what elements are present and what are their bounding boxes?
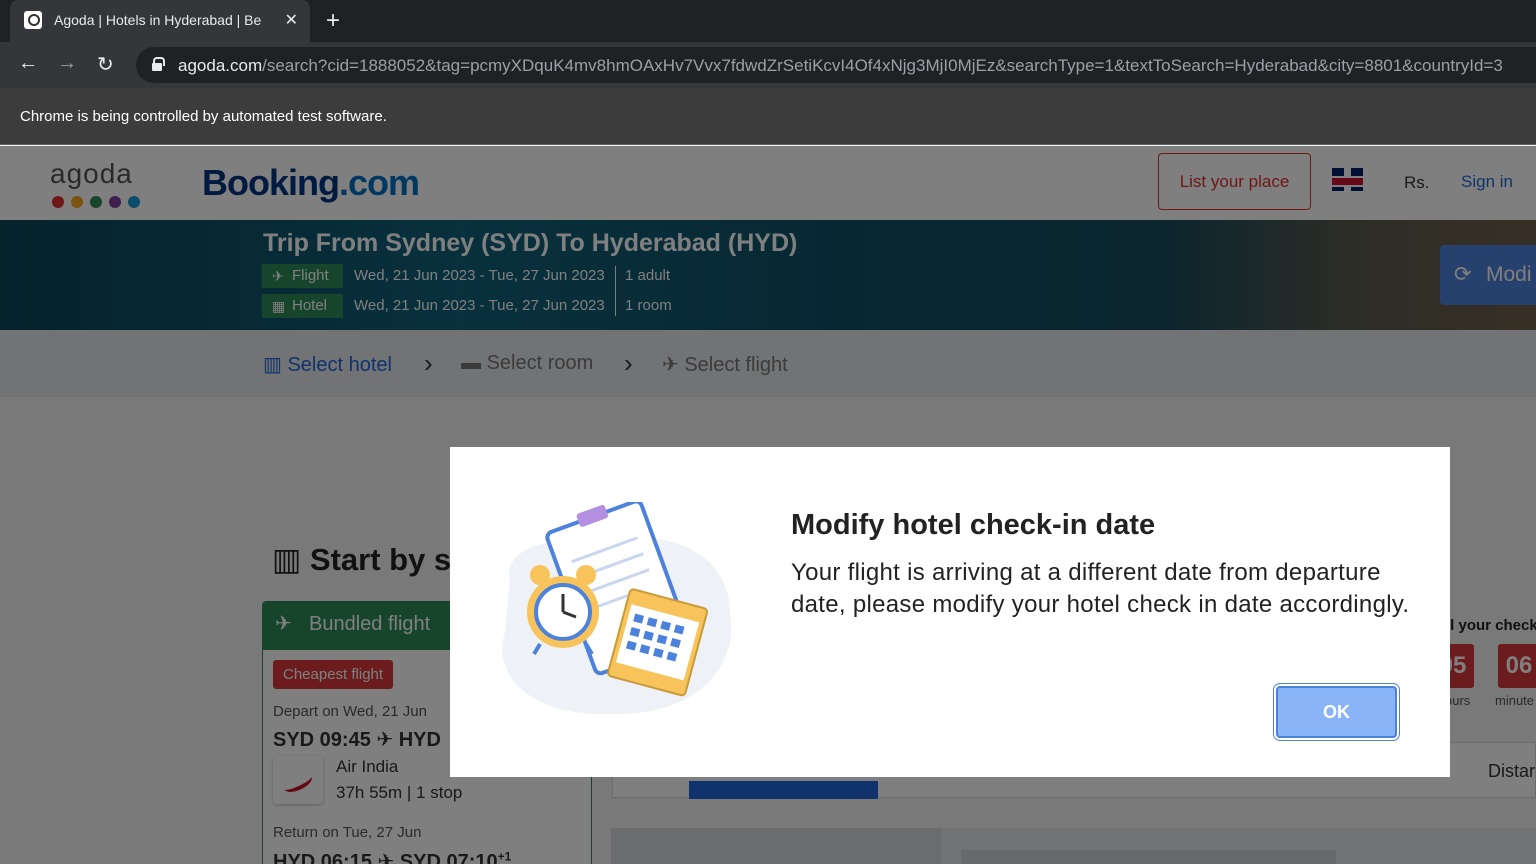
address-bar[interactable]: agoda.com/search?cid=1888052&tag=pcmyXDq… [136, 47, 1536, 83]
infobar-text: Chrome is being controlled by automated … [20, 108, 387, 125]
browser-tab-strip: Agoda | Hotels in Hyderabad | Be ✕ + [0, 0, 1536, 42]
modify-checkin-dialog: Modify hotel check-in date Your flight i… [450, 447, 1450, 777]
new-tab-icon[interactable]: + [326, 7, 340, 35]
back-icon[interactable]: ← [18, 52, 38, 75]
dialog-message: Your flight is arriving at a different d… [791, 559, 1410, 618]
tab-title: Agoda | Hotels in Hyderabad | Be [54, 12, 262, 28]
dialog-title: Modify hotel check-in date [791, 509, 1156, 541]
reload-icon[interactable]: ↻ [97, 52, 114, 77]
browser-tab[interactable]: Agoda | Hotels in Hyderabad | Be ✕ [10, 0, 310, 42]
automation-infobar: Chrome is being controlled by automated … [0, 88, 1536, 145]
agoda-favicon-icon [24, 11, 42, 29]
lock-icon [152, 57, 165, 71]
close-tab-icon[interactable]: ✕ [285, 10, 298, 30]
calendar-clock-illustration [502, 502, 732, 715]
browser-toolbar: ← → ↻ agoda.com/search?cid=1888052&tag=p… [0, 42, 1536, 88]
ok-button[interactable]: OK [1276, 686, 1397, 738]
url-text: agoda.com/search?cid=1888052&tag=pcmyXDq… [178, 56, 1503, 75]
forward-icon[interactable]: → [57, 52, 77, 75]
